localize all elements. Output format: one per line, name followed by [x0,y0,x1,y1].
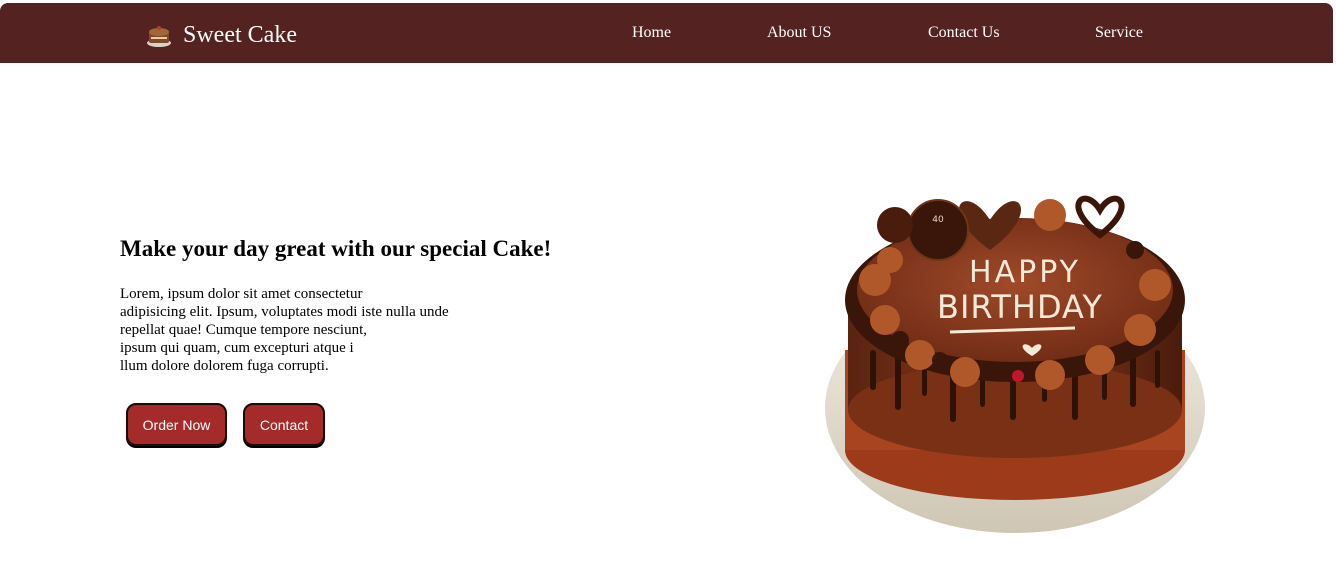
contact-button[interactable]: Contact [243,403,325,446]
hero-description: Lorem, ipsum dolor sit amet consectetur … [120,285,520,375]
cake-icon [147,26,171,47]
hero-description-line: llum dolore dolorem fuga corrupti. [120,358,329,374]
hero-title: Make your day great with our special Cak… [120,236,552,261]
hero-description-line: repellat quae! Cumque tempore nesciunt, [120,322,367,338]
brand-name: Sweet Cake [183,21,297,48]
cake-text-happy: HAPPY [969,255,1081,290]
nav-home[interactable]: Home [632,24,671,42]
hero-description-line: ipsum qui quam, cum excepturi atque i [120,340,354,356]
nav-service[interactable]: Service [1095,24,1143,42]
birthday-cake-image: 40 HAPPY BIRTHDAY [825,195,1205,533]
cake-badge-text: 40 [932,215,944,225]
cake-image: 40 HAPPY BIRTHDAY [810,150,1220,545]
brand-logo[interactable]: Sweet Cake [145,21,297,49]
order-now-button[interactable]: Order Now [126,403,227,446]
nav-contact-us[interactable]: Contact Us [928,24,1000,42]
navbar: Sweet Cake Home About US Contact Us Serv… [0,3,1333,63]
hero-description-line: Lorem, ipsum dolor sit amet consectetur [120,286,363,302]
cake-text-birthday: BIRTHDAY [937,288,1103,326]
nav-about-us[interactable]: About US [767,24,831,42]
hero-description-line: adipisicing elit. Ipsum, voluptates modi… [120,304,449,320]
